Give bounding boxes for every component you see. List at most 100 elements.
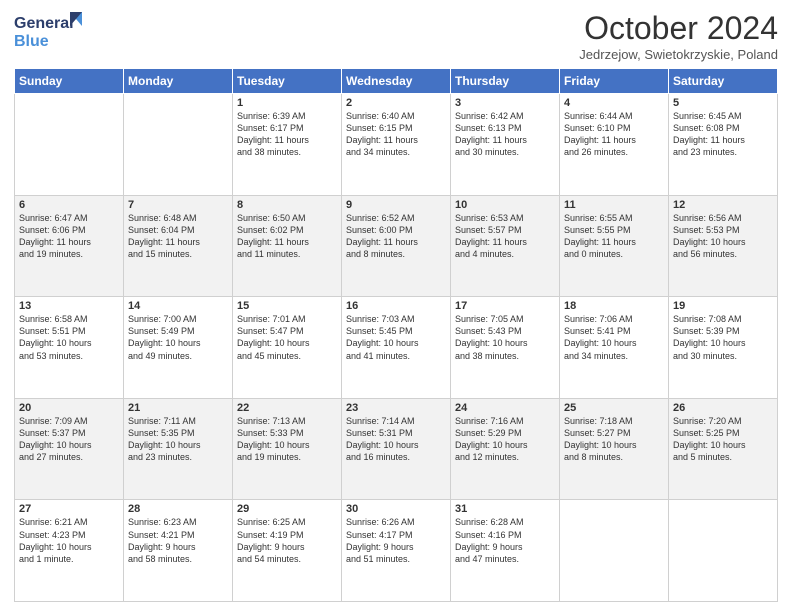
day-number: 12 xyxy=(673,199,773,211)
weekday-header-tuesday: Tuesday xyxy=(233,69,342,94)
day-cell xyxy=(669,500,778,602)
day-number: 16 xyxy=(346,300,446,312)
day-number: 21 xyxy=(128,402,228,414)
day-number: 7 xyxy=(128,199,228,211)
day-info: Sunrise: 6:53 AM Sunset: 5:57 PM Dayligh… xyxy=(455,212,555,261)
day-number: 6 xyxy=(19,199,119,211)
day-info: Sunrise: 6:21 AM Sunset: 4:23 PM Dayligh… xyxy=(19,516,119,565)
month-title: October 2024 xyxy=(579,10,778,47)
day-info: Sunrise: 7:01 AM Sunset: 5:47 PM Dayligh… xyxy=(237,313,337,362)
day-cell: 24Sunrise: 7:16 AM Sunset: 5:29 PM Dayli… xyxy=(451,398,560,500)
day-info: Sunrise: 7:11 AM Sunset: 5:35 PM Dayligh… xyxy=(128,415,228,464)
day-number: 4 xyxy=(564,97,664,109)
day-info: Sunrise: 6:28 AM Sunset: 4:16 PM Dayligh… xyxy=(455,516,555,565)
day-cell: 9Sunrise: 6:52 AM Sunset: 6:00 PM Daylig… xyxy=(342,195,451,297)
day-info: Sunrise: 7:13 AM Sunset: 5:33 PM Dayligh… xyxy=(237,415,337,464)
svg-text:Blue: Blue xyxy=(14,33,49,50)
title-block: October 2024 Jedrzejow, Swietokrzyskie, … xyxy=(579,10,778,62)
day-number: 11 xyxy=(564,199,664,211)
day-info: Sunrise: 7:00 AM Sunset: 5:49 PM Dayligh… xyxy=(128,313,228,362)
day-number: 17 xyxy=(455,300,555,312)
day-cell: 12Sunrise: 6:56 AM Sunset: 5:53 PM Dayli… xyxy=(669,195,778,297)
svg-text:General: General xyxy=(14,15,74,32)
day-cell: 23Sunrise: 7:14 AM Sunset: 5:31 PM Dayli… xyxy=(342,398,451,500)
day-number: 9 xyxy=(346,199,446,211)
day-cell: 15Sunrise: 7:01 AM Sunset: 5:47 PM Dayli… xyxy=(233,297,342,399)
day-number: 29 xyxy=(237,503,337,515)
day-cell: 6Sunrise: 6:47 AM Sunset: 6:06 PM Daylig… xyxy=(15,195,124,297)
day-cell: 29Sunrise: 6:25 AM Sunset: 4:19 PM Dayli… xyxy=(233,500,342,602)
day-info: Sunrise: 6:47 AM Sunset: 6:06 PM Dayligh… xyxy=(19,212,119,261)
logo-svg: General Blue xyxy=(14,10,84,55)
weekday-header-saturday: Saturday xyxy=(669,69,778,94)
day-number: 8 xyxy=(237,199,337,211)
day-number: 5 xyxy=(673,97,773,109)
day-cell: 7Sunrise: 6:48 AM Sunset: 6:04 PM Daylig… xyxy=(124,195,233,297)
day-number: 1 xyxy=(237,97,337,109)
day-number: 3 xyxy=(455,97,555,109)
day-number: 23 xyxy=(346,402,446,414)
day-number: 2 xyxy=(346,97,446,109)
day-cell: 5Sunrise: 6:45 AM Sunset: 6:08 PM Daylig… xyxy=(669,94,778,196)
day-cell: 13Sunrise: 6:58 AM Sunset: 5:51 PM Dayli… xyxy=(15,297,124,399)
day-number: 18 xyxy=(564,300,664,312)
day-info: Sunrise: 7:14 AM Sunset: 5:31 PM Dayligh… xyxy=(346,415,446,464)
day-cell: 21Sunrise: 7:11 AM Sunset: 5:35 PM Dayli… xyxy=(124,398,233,500)
day-cell: 17Sunrise: 7:05 AM Sunset: 5:43 PM Dayli… xyxy=(451,297,560,399)
header: General Blue October 2024 Jedrzejow, Swi… xyxy=(14,10,778,62)
day-info: Sunrise: 7:20 AM Sunset: 5:25 PM Dayligh… xyxy=(673,415,773,464)
day-number: 27 xyxy=(19,503,119,515)
day-info: Sunrise: 6:23 AM Sunset: 4:21 PM Dayligh… xyxy=(128,516,228,565)
day-cell: 14Sunrise: 7:00 AM Sunset: 5:49 PM Dayli… xyxy=(124,297,233,399)
day-number: 14 xyxy=(128,300,228,312)
day-cell: 30Sunrise: 6:26 AM Sunset: 4:17 PM Dayli… xyxy=(342,500,451,602)
day-cell: 2Sunrise: 6:40 AM Sunset: 6:15 PM Daylig… xyxy=(342,94,451,196)
day-info: Sunrise: 6:55 AM Sunset: 5:55 PM Dayligh… xyxy=(564,212,664,261)
day-number: 24 xyxy=(455,402,555,414)
week-row-5: 27Sunrise: 6:21 AM Sunset: 4:23 PM Dayli… xyxy=(15,500,778,602)
day-cell: 26Sunrise: 7:20 AM Sunset: 5:25 PM Dayli… xyxy=(669,398,778,500)
week-row-4: 20Sunrise: 7:09 AM Sunset: 5:37 PM Dayli… xyxy=(15,398,778,500)
day-number: 31 xyxy=(455,503,555,515)
day-cell: 18Sunrise: 7:06 AM Sunset: 5:41 PM Dayli… xyxy=(560,297,669,399)
day-cell: 11Sunrise: 6:55 AM Sunset: 5:55 PM Dayli… xyxy=(560,195,669,297)
weekday-header-row: SundayMondayTuesdayWednesdayThursdayFrid… xyxy=(15,69,778,94)
day-number: 13 xyxy=(19,300,119,312)
day-cell: 10Sunrise: 6:53 AM Sunset: 5:57 PM Dayli… xyxy=(451,195,560,297)
day-cell: 19Sunrise: 7:08 AM Sunset: 5:39 PM Dayli… xyxy=(669,297,778,399)
logo: General Blue xyxy=(14,10,84,55)
day-number: 26 xyxy=(673,402,773,414)
day-cell: 25Sunrise: 7:18 AM Sunset: 5:27 PM Dayli… xyxy=(560,398,669,500)
day-cell: 1Sunrise: 6:39 AM Sunset: 6:17 PM Daylig… xyxy=(233,94,342,196)
weekday-header-sunday: Sunday xyxy=(15,69,124,94)
day-info: Sunrise: 6:40 AM Sunset: 6:15 PM Dayligh… xyxy=(346,110,446,159)
day-info: Sunrise: 7:09 AM Sunset: 5:37 PM Dayligh… xyxy=(19,415,119,464)
day-info: Sunrise: 6:48 AM Sunset: 6:04 PM Dayligh… xyxy=(128,212,228,261)
day-info: Sunrise: 6:26 AM Sunset: 4:17 PM Dayligh… xyxy=(346,516,446,565)
day-cell: 3Sunrise: 6:42 AM Sunset: 6:13 PM Daylig… xyxy=(451,94,560,196)
location-title: Jedrzejow, Swietokrzyskie, Poland xyxy=(579,47,778,62)
day-cell: 16Sunrise: 7:03 AM Sunset: 5:45 PM Dayli… xyxy=(342,297,451,399)
day-cell: 31Sunrise: 6:28 AM Sunset: 4:16 PM Dayli… xyxy=(451,500,560,602)
week-row-1: 1Sunrise: 6:39 AM Sunset: 6:17 PM Daylig… xyxy=(15,94,778,196)
day-info: Sunrise: 6:52 AM Sunset: 6:00 PM Dayligh… xyxy=(346,212,446,261)
day-cell: 4Sunrise: 6:44 AM Sunset: 6:10 PM Daylig… xyxy=(560,94,669,196)
week-row-3: 13Sunrise: 6:58 AM Sunset: 5:51 PM Dayli… xyxy=(15,297,778,399)
day-cell: 20Sunrise: 7:09 AM Sunset: 5:37 PM Dayli… xyxy=(15,398,124,500)
day-info: Sunrise: 6:39 AM Sunset: 6:17 PM Dayligh… xyxy=(237,110,337,159)
day-number: 19 xyxy=(673,300,773,312)
day-cell xyxy=(560,500,669,602)
day-cell xyxy=(15,94,124,196)
day-number: 28 xyxy=(128,503,228,515)
day-number: 30 xyxy=(346,503,446,515)
day-info: Sunrise: 6:44 AM Sunset: 6:10 PM Dayligh… xyxy=(564,110,664,159)
day-cell: 8Sunrise: 6:50 AM Sunset: 6:02 PM Daylig… xyxy=(233,195,342,297)
day-info: Sunrise: 7:06 AM Sunset: 5:41 PM Dayligh… xyxy=(564,313,664,362)
day-number: 25 xyxy=(564,402,664,414)
day-cell: 27Sunrise: 6:21 AM Sunset: 4:23 PM Dayli… xyxy=(15,500,124,602)
day-number: 15 xyxy=(237,300,337,312)
day-info: Sunrise: 7:08 AM Sunset: 5:39 PM Dayligh… xyxy=(673,313,773,362)
day-info: Sunrise: 6:56 AM Sunset: 5:53 PM Dayligh… xyxy=(673,212,773,261)
day-info: Sunrise: 7:03 AM Sunset: 5:45 PM Dayligh… xyxy=(346,313,446,362)
day-info: Sunrise: 6:45 AM Sunset: 6:08 PM Dayligh… xyxy=(673,110,773,159)
